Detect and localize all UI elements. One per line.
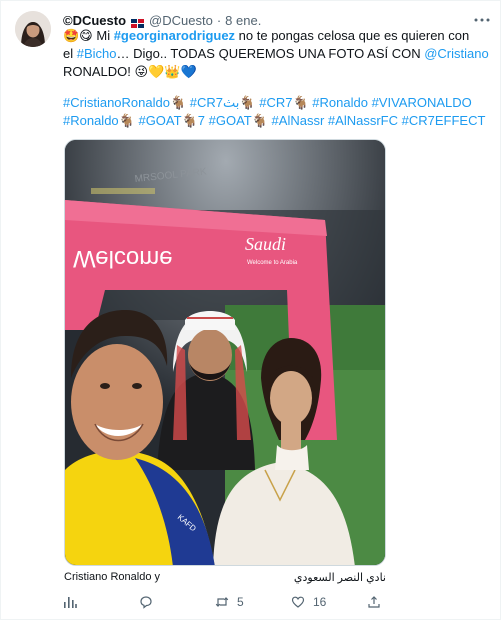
like-count: 16 bbox=[313, 595, 327, 609]
arch-welcome-text: Welcome bbox=[73, 245, 173, 272]
retweet-button[interactable]: 5 bbox=[215, 593, 291, 611]
hashtag-line-1: #CristianoRonaldo🐐 #CR7بث🐐 #CR7🐐 #Ronald… bbox=[63, 94, 495, 112]
tweet-text-line-1: 🤩😋 Mi #georginarodriguez no te pongas ce… bbox=[63, 27, 495, 45]
share-icon bbox=[368, 596, 380, 608]
text-mi: Mi bbox=[92, 28, 114, 43]
analytics-icon bbox=[64, 597, 77, 608]
text-segment-3: RONALDO! bbox=[63, 64, 135, 79]
tweet-photo[interactable]: MRSOOL PARK Welcome Saudi Welcome to Ara… bbox=[64, 139, 386, 566]
caption-right[interactable]: نادي النصر السعودي bbox=[294, 571, 386, 584]
retweet-count: 5 bbox=[237, 595, 244, 609]
display-name[interactable]: ©DCuesto bbox=[63, 13, 126, 28]
hashtag-link[interactable]: #Ronaldo bbox=[312, 95, 368, 110]
avatar[interactable] bbox=[15, 11, 51, 47]
hashtag-link[interactable]: #GOAT🐐7 bbox=[138, 113, 205, 128]
hashtag-bicho[interactable]: #Bicho bbox=[77, 46, 117, 61]
hashtag-link[interactable]: #CristianoRonaldo🐐 bbox=[63, 95, 186, 110]
dominican-flag-icon bbox=[131, 15, 145, 28]
hashtag-link[interactable]: #CR7🐐 bbox=[259, 95, 308, 110]
tweet-card[interactable]: ©DCuesto @DCuesto · 8 ene. 🤩😋 Mi #georgi… bbox=[0, 0, 501, 620]
emoji-start: 🤩😋 bbox=[63, 28, 93, 43]
avatar-image bbox=[15, 11, 51, 47]
emoji-end: 😜💛👑💙 bbox=[134, 64, 197, 79]
tweet-text-line-3: RONALDO! 😜💛👑💙 bbox=[63, 63, 495, 81]
text-segment-2: … Digo.. TODAS QUEREMOS UNA FOTO ASÍ CON bbox=[116, 46, 425, 61]
like-button[interactable]: 16 bbox=[291, 593, 367, 611]
hashtag-link[interactable]: #CR7EFFECT bbox=[402, 113, 486, 128]
tweet-text: 🤩😋 Mi #georginarodriguez no te pongas ce… bbox=[63, 27, 495, 81]
hashtag-link[interactable]: #GOAT🐐 bbox=[209, 113, 268, 128]
separator-dot: · bbox=[216, 12, 222, 28]
text-el: el bbox=[63, 46, 77, 61]
retweet-icon bbox=[215, 597, 229, 607]
selfie-illustration: MRSOOL PARK Welcome Saudi Welcome to Ara… bbox=[65, 140, 385, 565]
caption-left[interactable]: Cristiano Ronaldo y bbox=[64, 571, 160, 584]
hashtag-link[interactable]: #Ronaldo🐐 bbox=[63, 113, 135, 128]
share-button[interactable] bbox=[367, 593, 443, 611]
hashtag-georginarodriguez[interactable]: #georginarodriguez bbox=[114, 28, 235, 43]
photo-caption: Cristiano Ronaldo y نادي النصر السعودي bbox=[64, 571, 386, 584]
action-bar: 5 16 bbox=[63, 593, 443, 611]
hashtag-link[interactable]: #AlNassr bbox=[272, 113, 325, 128]
tweet-text-line-2: el #Bicho… Digo.. TODAS QUEREMOS UNA FOT… bbox=[63, 45, 495, 63]
reply-button[interactable] bbox=[139, 593, 215, 611]
hashtag-link[interactable]: #VIVARONALDO bbox=[372, 95, 472, 110]
tweet-date[interactable]: 8 ene. bbox=[225, 13, 261, 28]
user-handle[interactable]: @DCuesto bbox=[149, 13, 213, 28]
heart-icon bbox=[291, 596, 305, 608]
hashtag-link[interactable]: #AlNassrFC bbox=[328, 113, 398, 128]
hashtag-line-2: #Ronaldo🐐 #GOAT🐐7 #GOAT🐐 #AlNassr #AlNas… bbox=[63, 112, 495, 130]
text-segment-1: no te pongas celosa que es quieren con bbox=[235, 28, 470, 43]
hashtag-link[interactable]: #CR7بث🐐 bbox=[190, 95, 256, 110]
more-options-icon[interactable] bbox=[474, 10, 490, 26]
arch-logo: Saudi bbox=[245, 234, 286, 254]
arch-logo-sub: Welcome to Arabia bbox=[247, 260, 298, 266]
hashtag-block: #CristianoRonaldo🐐 #CR7بث🐐 #CR7🐐 #Ronald… bbox=[63, 94, 495, 130]
mention-cristiano[interactable]: @Cristiano bbox=[424, 46, 489, 61]
views-button[interactable] bbox=[63, 593, 139, 611]
reply-icon bbox=[140, 596, 152, 609]
